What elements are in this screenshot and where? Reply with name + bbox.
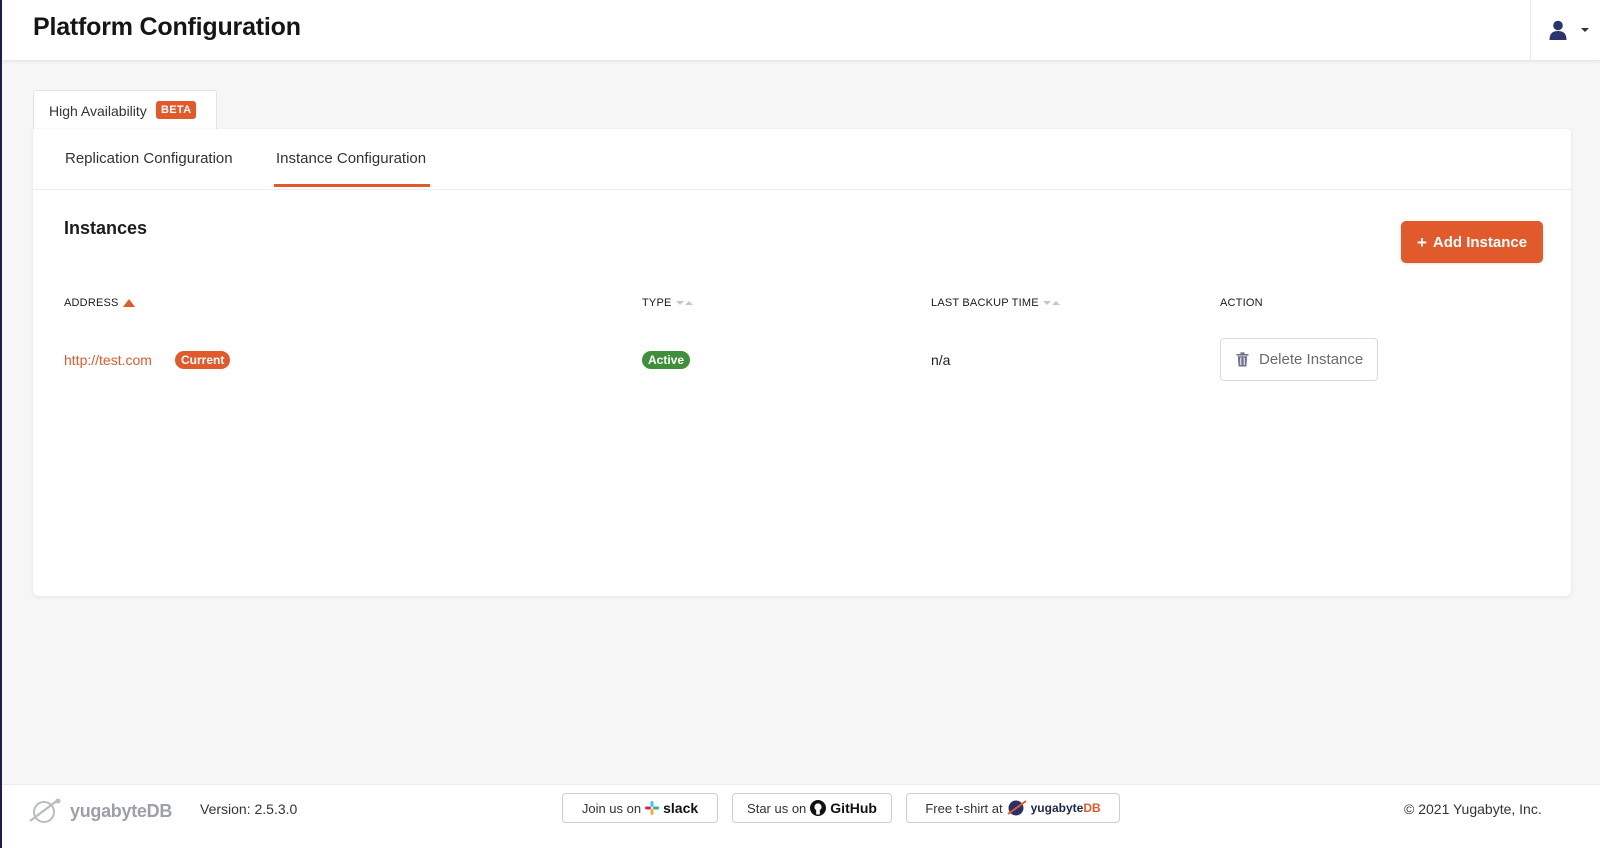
column-header-label: TYPE — [642, 297, 672, 309]
last-backup-time: n/a — [931, 352, 951, 368]
github-icon — [810, 800, 827, 816]
tab-label: High Availability — [49, 103, 147, 119]
slack-icon — [645, 801, 660, 815]
tab-high-availability[interactable]: High Availability BETA — [33, 90, 217, 130]
column-header-label: ADDRESS — [64, 297, 119, 309]
plus-icon: + — [1416, 232, 1427, 252]
column-header-label: ACTION — [1220, 297, 1263, 309]
column-header-last-backup-time[interactable]: LAST BACKUP TIME — [931, 297, 1060, 309]
sort-icon — [1042, 301, 1060, 305]
page-title: Platform Configuration — [33, 13, 301, 41]
github-brand: GitHub — [830, 800, 877, 816]
top-bar: Platform Configuration — [2, 0, 1600, 61]
config-card: Replication Configuration Instance Confi… — [33, 129, 1571, 596]
trash-icon — [1236, 352, 1249, 367]
subtab-bar: Replication Configuration Instance Confi… — [33, 129, 1571, 190]
tshirt-brand: yugabyteDB — [1031, 801, 1101, 815]
github-prefix: Star us on — [747, 800, 807, 816]
delete-instance-button[interactable]: Delete Instance — [1220, 338, 1378, 381]
column-header-action: ACTION — [1220, 297, 1263, 309]
active-tab-indicator — [274, 184, 430, 187]
caret-down-icon — [1581, 28, 1589, 32]
sort-icon — [675, 301, 693, 305]
brand-logo[interactable]: yugabyteDB — [28, 797, 172, 825]
slack-button[interactable]: Join us on slack — [562, 793, 718, 823]
user-icon — [1549, 20, 1567, 40]
slack-brand: slack — [663, 800, 699, 816]
footer: yugabyteDB Version: 2.5.3.0 Join us on s… — [2, 784, 1600, 848]
column-header-address[interactable]: ADDRESS — [64, 297, 135, 309]
tab-instance-configuration[interactable]: Instance Configuration — [276, 150, 426, 167]
copyright-text: © 2021 Yugabyte, Inc. — [1404, 801, 1542, 817]
delete-instance-label: Delete Instance — [1259, 351, 1364, 368]
slack-prefix: Join us on — [581, 800, 642, 816]
tshirt-brand-b: DB — [1083, 801, 1101, 815]
version-text: Version: 2.5.3.0 — [200, 801, 298, 817]
tshirt-brand-a: yugabyte — [1030, 801, 1084, 815]
user-menu[interactable] — [1530, 0, 1600, 61]
add-instance-button[interactable]: + Add Instance — [1401, 221, 1543, 263]
beta-badge: BETA — [156, 101, 197, 119]
add-instance-label: Add Instance — [1432, 233, 1528, 251]
yugabyte-logo-icon — [29, 798, 61, 823]
instance-address-link[interactable]: http://test.com — [64, 352, 152, 368]
column-header-type[interactable]: TYPE — [642, 297, 693, 309]
tshirt-button[interactable]: Free t-shirt at yugabyteDB — [906, 793, 1120, 823]
type-badge: Active — [642, 351, 691, 369]
current-badge: Current — [175, 351, 231, 369]
tshirt-prefix: Free t-shirt at — [925, 800, 1003, 816]
yugabyte-planet-icon — [1007, 800, 1027, 816]
brand-name: yugabyteDB — [70, 800, 173, 821]
github-button[interactable]: Star us on GitHub — [732, 793, 892, 823]
table-row: http://test.com Current Active n/a Delet… — [33, 337, 1571, 385]
section-title: Instances — [64, 218, 148, 238]
tab-replication-configuration[interactable]: Replication Configuration — [65, 150, 233, 167]
sort-ascending-icon — [122, 299, 135, 307]
column-header-label: LAST BACKUP TIME — [931, 297, 1039, 309]
